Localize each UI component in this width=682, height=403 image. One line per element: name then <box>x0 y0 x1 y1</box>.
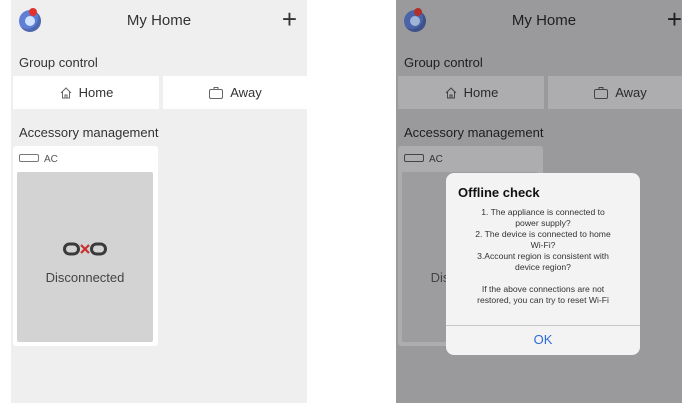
dialog-line: power supply? <box>515 218 571 228</box>
device-status-area: Disconnected <box>17 172 153 342</box>
device-status-text: Disconnected <box>45 270 125 285</box>
group-control-title: Group control <box>19 55 98 70</box>
device-label: AC <box>19 154 58 165</box>
away-mode-label: Away <box>230 85 262 100</box>
away-mode-button[interactable]: Away <box>163 76 307 109</box>
suitcase-icon <box>593 86 609 100</box>
ac-unit-icon <box>404 154 424 165</box>
home-screen-offline-dialog: My Home + Group control Home Away Access… <box>396 0 682 403</box>
device-name: AC <box>429 154 443 165</box>
group-control-row: Home Away <box>11 76 307 109</box>
group-control-title: Group control <box>404 55 483 70</box>
dialog-line: device region? <box>515 262 571 272</box>
house-icon <box>59 86 73 100</box>
ok-button[interactable]: OK <box>446 325 640 355</box>
dialog-line: restored, you can try to reset Wi-Fi <box>477 295 609 305</box>
home-screen: My Home + Group control Home Away Access… <box>11 0 307 403</box>
home-mode-label: Home <box>78 85 114 100</box>
away-mode-label: Away <box>615 85 647 100</box>
navigation-bar: My Home + <box>11 0 307 42</box>
dialog-line: 1. The appliance is connected to <box>481 207 605 217</box>
ac-unit-icon <box>19 154 39 165</box>
navigation-bar: My Home + <box>396 0 682 42</box>
page-title: My Home <box>126 12 192 29</box>
group-control-row: Home Away <box>396 76 682 109</box>
away-mode-button: Away <box>548 76 682 109</box>
dialog-line: If the above connections are not <box>481 284 605 294</box>
dialog-title: Offline check <box>458 185 540 200</box>
dialog-line: Wi-Fi? <box>530 240 556 250</box>
home-mode-label: Home <box>463 85 499 100</box>
ac-device-card[interactable]: AC Disconnected <box>13 146 158 346</box>
home-mode-button: Home <box>398 76 544 109</box>
home-mode-button[interactable]: Home <box>13 76 159 109</box>
offline-check-dialog: Offline check 1. The appliance is connec… <box>446 173 640 355</box>
house-icon <box>444 86 458 100</box>
accessory-management-title: Accessory management <box>19 125 159 140</box>
plus-icon[interactable]: + <box>282 6 297 32</box>
accessory-management-title: Accessory management <box>404 125 544 140</box>
suitcase-icon <box>208 86 224 100</box>
device-name: AC <box>44 154 58 165</box>
dialog-line: 2. The device is connected to home <box>475 229 611 239</box>
plus-icon: + <box>666 4 682 34</box>
broken-link-icon <box>63 242 107 261</box>
page-title: My Home <box>511 12 577 29</box>
device-label: AC <box>404 154 443 165</box>
dialog-line: 3.Account region is consistent with <box>477 251 609 261</box>
